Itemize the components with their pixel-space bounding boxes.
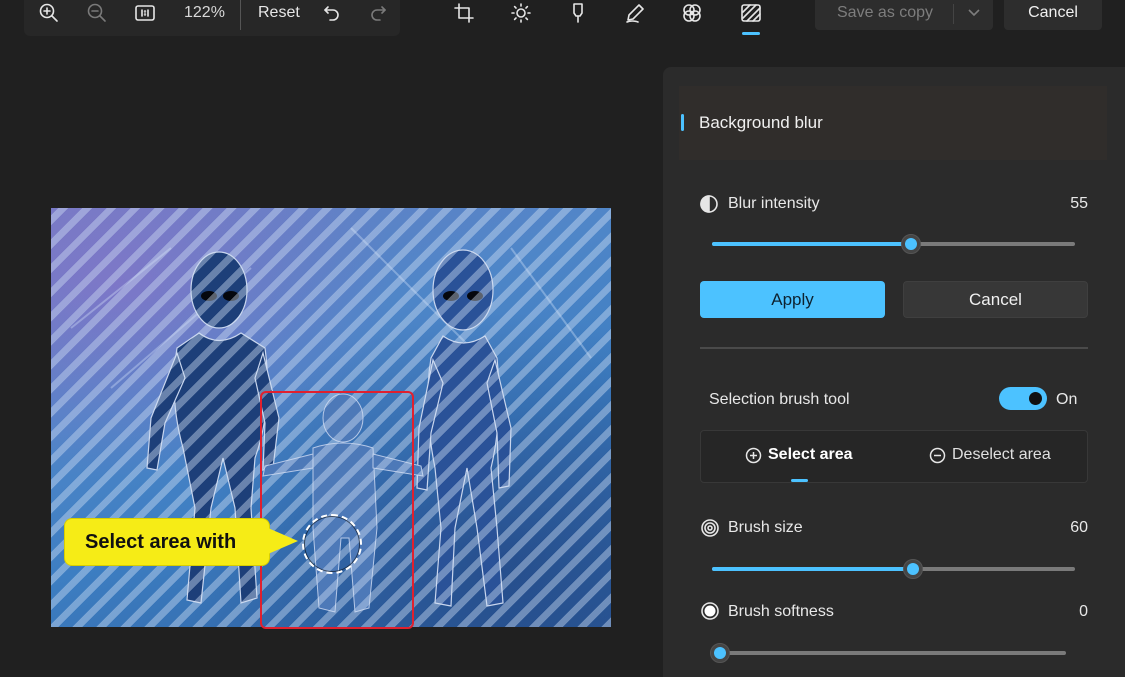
deselect-area-label: Deselect area [952, 446, 1051, 463]
brush-softness-value: 0 [1079, 603, 1088, 620]
zoom-out-icon[interactable] [84, 0, 110, 26]
zoom-toolbar: 122% Reset [24, 0, 400, 36]
cancel-top-button[interactable]: Cancel [1004, 0, 1102, 30]
zoom-level[interactable]: 122% [184, 4, 225, 22]
split-divider [953, 4, 954, 24]
undo-icon[interactable] [320, 0, 344, 26]
blur-intensity-fill [712, 242, 911, 246]
actual-size-icon[interactable] [132, 0, 158, 26]
brush-softness-icon [700, 601, 720, 626]
brush-softness-thumb[interactable] [710, 643, 730, 663]
select-area-button[interactable]: Select area [745, 446, 853, 464]
brush-size-label: Brush size [728, 519, 803, 536]
blur-intensity-label: Blur intensity [728, 195, 820, 212]
selection-mode-segment: Select area Deselect area [700, 430, 1088, 483]
brush-size-thumb[interactable] [903, 559, 923, 579]
brush-softness-slider[interactable] [710, 643, 1066, 663]
brush-size-value: 60 [1070, 519, 1088, 536]
section-title: Background blur [699, 113, 823, 132]
blur-intensity-slider[interactable] [712, 234, 1075, 254]
callout-label: Select area with [64, 518, 270, 566]
active-tool-indicator [742, 32, 760, 35]
crop-icon[interactable] [451, 0, 477, 26]
highlight-box [260, 391, 414, 629]
zoom-in-icon[interactable] [36, 0, 62, 26]
deselect-area-button[interactable]: Deselect area [929, 446, 1051, 464]
selection-brush-toggle[interactable] [999, 387, 1047, 410]
filters-icon[interactable] [679, 0, 705, 26]
panel-divider [700, 347, 1088, 349]
toolbar-divider [240, 0, 241, 30]
brush-size-icon [700, 518, 720, 543]
brush-size-fill [712, 567, 913, 571]
cancel-button[interactable]: Cancel [903, 281, 1088, 318]
brightness-icon[interactable] [508, 0, 534, 26]
callout-pointer [268, 528, 298, 554]
select-area-label: Select area [768, 446, 853, 463]
brush-size-slider[interactable] [712, 559, 1075, 579]
selection-brush-state: On [1056, 391, 1078, 408]
blur-intensity-value: 55 [1070, 195, 1088, 212]
reset-button[interactable]: Reset [258, 4, 300, 22]
save-as-copy-label: Save as copy [837, 4, 934, 21]
brush-cursor [302, 514, 362, 574]
select-area-indicator [791, 479, 808, 482]
blur-intensity-icon [699, 194, 719, 219]
apply-button[interactable]: Apply [700, 281, 885, 318]
plus-circle-icon [745, 447, 762, 463]
save-as-copy-button[interactable]: Save as copy [815, 0, 993, 30]
background-blur-icon[interactable] [738, 0, 764, 26]
chevron-down-icon[interactable] [967, 6, 981, 20]
background-blur-header[interactable]: Background blur [679, 86, 1107, 160]
section-accent-bar [681, 114, 684, 131]
marker-icon[interactable] [565, 0, 591, 26]
minus-circle-icon [929, 447, 946, 463]
pen-icon[interactable] [622, 0, 648, 26]
redo-icon[interactable] [366, 0, 390, 26]
brush-softness-label: Brush softness [728, 603, 834, 620]
blur-intensity-thumb[interactable] [901, 234, 921, 254]
selection-brush-label: Selection brush tool [709, 391, 850, 408]
